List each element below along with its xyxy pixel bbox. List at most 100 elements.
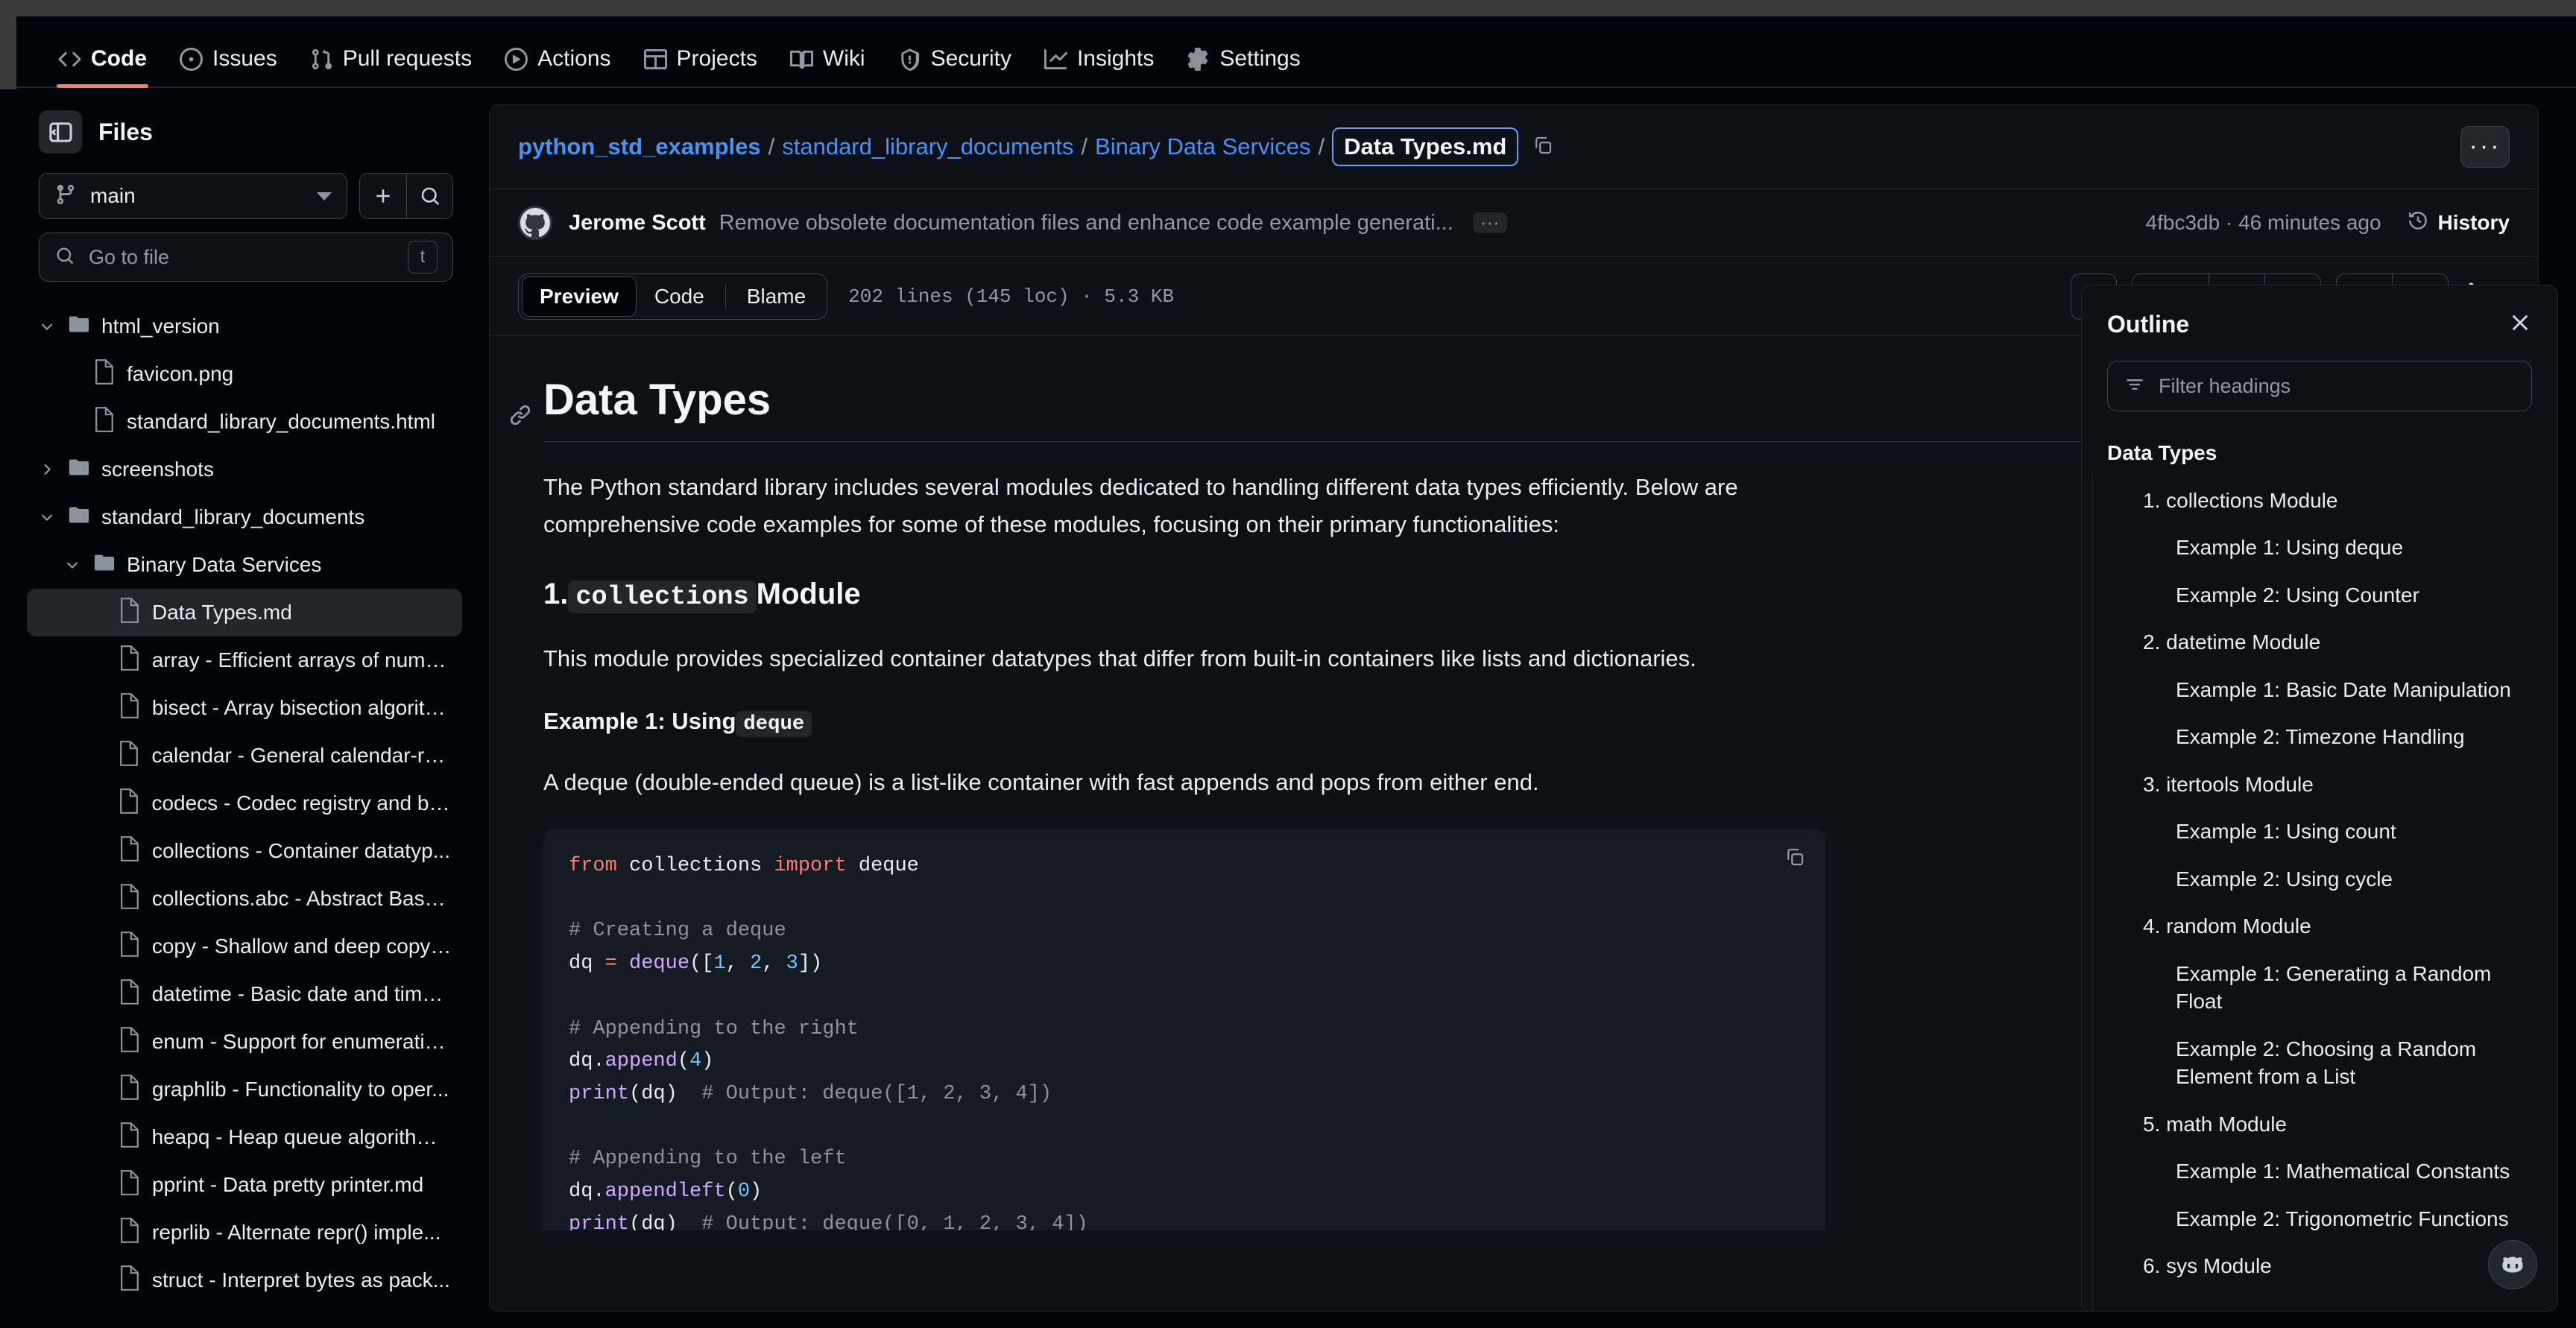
tree-folder-row[interactable]: standard_library_documents xyxy=(27,493,462,541)
chevron-right-icon[interactable] xyxy=(37,461,57,478)
sidebar-collapse-button[interactable] xyxy=(39,110,82,154)
chevron-down-icon[interactable] xyxy=(37,509,57,525)
outline-item[interactable]: Example 1: Basic Date Manipulation xyxy=(2104,666,2542,714)
folder-icon xyxy=(69,312,89,342)
markdown-h2-code: collections xyxy=(568,581,757,614)
nav-item-projects[interactable]: Projects xyxy=(628,46,774,86)
tree-file-row[interactable]: array - Efficient arrays of nume... xyxy=(27,636,462,684)
commit-expand-button[interactable]: ··· xyxy=(1472,212,1507,233)
branch-selector[interactable]: main xyxy=(39,173,347,219)
file-tree-sidebar: Files main Go to file t html_version fav… xyxy=(18,91,474,1328)
anchor-link-icon[interactable] xyxy=(509,387,531,437)
breadcrumb-repo[interactable]: python_std_examples xyxy=(518,133,761,160)
tab-preview[interactable]: Preview xyxy=(522,276,637,317)
chevron-down-icon[interactable] xyxy=(37,318,57,335)
breadcrumb-current-file[interactable]: Data Types.md xyxy=(1332,127,1519,166)
tree-file-row[interactable]: standard_library_documents.html xyxy=(27,398,462,446)
outline-item[interactable]: Example 2: Using cycle xyxy=(2104,856,2542,903)
breadcrumb-part[interactable]: Binary Data Services xyxy=(1095,133,1310,160)
outline-item[interactable]: Example 1: Generating a Random Float xyxy=(2104,950,2542,1025)
go-to-file-input[interactable]: Go to file t xyxy=(39,233,453,282)
commit-hash-and-time[interactable]: 4fbc3db · 46 minutes ago xyxy=(2146,211,2381,235)
nav-item-issues[interactable]: Issues xyxy=(163,46,294,86)
tree-file-row[interactable]: graphlib - Functionality to oper... xyxy=(27,1066,462,1113)
file-icon xyxy=(119,883,140,914)
file-tree: html_version favicon.png standard_library_… xyxy=(18,303,474,1304)
outline-item[interactable]: 5. math Module xyxy=(2104,1101,2542,1148)
nav-item-label: Insights xyxy=(1076,46,1155,71)
more-options-button[interactable]: ··· xyxy=(2460,126,2510,168)
tree-file-row[interactable]: enum - Support for enumeratio... xyxy=(27,1018,462,1066)
outline-item[interactable]: Example 2: Using Counter xyxy=(2104,572,2542,619)
tree-file-row[interactable]: codecs - Codec registry and ba... xyxy=(27,780,462,827)
tree-file-row[interactable]: calendar - General calendar-rel... xyxy=(27,732,462,780)
nav-item-actions[interactable]: Actions xyxy=(488,46,627,86)
tree-folder-row[interactable]: html_version xyxy=(27,303,462,350)
breadcrumb-part[interactable]: standard_library_documents xyxy=(782,133,1073,160)
nav-item-settings[interactable]: Settings xyxy=(1170,46,1316,86)
nav-item-wiki[interactable]: Wiki xyxy=(774,46,882,86)
outline-item[interactable]: Example 2: Choosing a Random Element fro… xyxy=(2104,1025,2542,1101)
tree-file-row[interactable]: heapq - Heap queue algorithm.... xyxy=(27,1113,462,1161)
nav-item-insights[interactable]: Insights xyxy=(1028,46,1170,86)
history-button[interactable]: History xyxy=(2407,209,2510,237)
tree-item-label: standard_library_documents xyxy=(101,505,365,528)
markdown-h2-prefix: 1. xyxy=(543,578,569,611)
copy-code-button[interactable] xyxy=(1784,846,1806,872)
commit-message[interactable]: Remove obsolete documentation files and … xyxy=(719,211,1453,235)
tab-blame[interactable]: Blame xyxy=(729,276,824,317)
nav-item-code[interactable]: Code xyxy=(42,46,163,88)
nav-item-security[interactable]: Security xyxy=(882,46,1028,86)
commit-author[interactable]: Jerome Scott xyxy=(569,211,706,235)
outline-item[interactable]: Example 2: Trigonometric Functions xyxy=(2104,1195,2542,1243)
tree-file-row[interactable]: struct - Interpret bytes as pack... xyxy=(27,1256,462,1304)
tree-folder-row[interactable]: screenshots xyxy=(27,446,462,493)
outline-item[interactable]: 2. datetime Module xyxy=(2104,619,2542,666)
tree-file-row[interactable]: Data Types.md xyxy=(27,589,462,636)
file-icon xyxy=(119,597,140,628)
tree-folder-row[interactable]: Binary Data Services xyxy=(27,541,462,589)
tree-item-label: reprlib - Alternate repr() imple... xyxy=(152,1221,441,1244)
tree-file-row[interactable]: datetime - Basic date and time ... xyxy=(27,970,462,1018)
tree-file-row[interactable]: bisect - Array bisection algorith... xyxy=(27,684,462,732)
close-icon[interactable] xyxy=(2508,311,2532,338)
tab-divider xyxy=(724,284,726,309)
file-icon xyxy=(119,788,139,819)
copilot-fab-button[interactable] xyxy=(2488,1240,2537,1289)
outline-item[interactable]: 1. collections Module xyxy=(2104,477,2542,525)
avatar xyxy=(518,206,552,240)
latest-commit-bar: Jerome Scott Remove obsolete documentati… xyxy=(490,189,2538,257)
outline-item[interactable]: 4. random Module xyxy=(2104,902,2542,950)
add-file-button[interactable] xyxy=(360,174,406,218)
tree-file-row[interactable]: favicon.png xyxy=(27,350,462,398)
copy-path-icon[interactable] xyxy=(1532,134,1554,160)
go-to-file-shortcut: t xyxy=(408,241,438,273)
outline-item[interactable]: Example 1: Using deque xyxy=(2104,524,2542,572)
tree-file-row[interactable]: reprlib - Alternate repr() imple... xyxy=(27,1209,462,1256)
tree-file-row[interactable]: collections.abc - Abstract Base... xyxy=(27,875,462,923)
github-file-view-page: Code Issues Pull requests Actions Projects Wi… xyxy=(0,0,2576,1328)
tree-item-label: array - Efficient arrays of nume... xyxy=(151,648,452,671)
outline-item[interactable]: Example 1: Mathematical Constants xyxy=(2104,1148,2542,1195)
outline-item[interactable]: Example 2: Timezone Handling xyxy=(2104,713,2542,761)
file-icon xyxy=(119,1265,140,1296)
outline-item[interactable]: 3. itertools Module xyxy=(2104,761,2542,809)
outline-item[interactable]: 6. sys Module xyxy=(2104,1242,2542,1290)
tree-file-row[interactable]: pprint - Data pretty printer.md xyxy=(27,1161,462,1209)
outline-item[interactable]: Data Types xyxy=(2104,429,2542,477)
tree-file-row[interactable]: copy - Shallow and deep copy ... xyxy=(27,923,462,970)
tree-file-row[interactable]: collections - Container datatyp... xyxy=(27,827,462,875)
file-icon xyxy=(119,645,140,676)
chevron-down-icon[interactable] xyxy=(63,557,82,573)
nav-item-pull-requests[interactable]: Pull requests xyxy=(294,46,488,86)
outline-item[interactable]: Example 1: Using count xyxy=(2104,808,2542,856)
gear-icon xyxy=(1187,47,1210,71)
markdown-deque-desc: A deque (double-ended queue) is a list-l… xyxy=(543,768,1539,795)
filter-icon xyxy=(2124,374,2145,399)
search-files-button[interactable] xyxy=(406,174,452,218)
view-mode-tabs: Preview Code Blame xyxy=(518,273,828,320)
tree-item-label: copy - Shallow and deep copy ... xyxy=(151,935,452,958)
filter-headings-input[interactable]: Filter headings xyxy=(2107,361,2532,411)
tab-code[interactable]: Code xyxy=(637,276,722,317)
tree-item-label: html_version xyxy=(101,314,220,338)
